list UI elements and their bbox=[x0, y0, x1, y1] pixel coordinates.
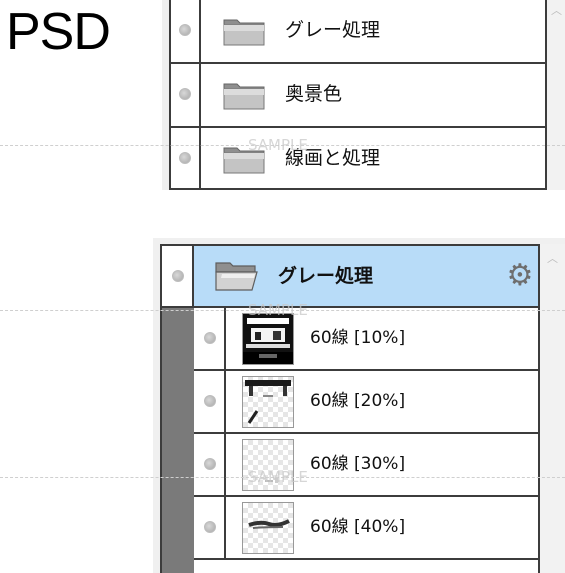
watermark-text: SAMPLE bbox=[248, 468, 308, 486]
row-divider bbox=[169, 188, 547, 190]
layer-list: グレー処理 奥景色 線画と処理 bbox=[169, 0, 547, 190]
layer-row[interactable]: 60線 [40%] bbox=[194, 497, 538, 560]
layer-name: 60線 [20%] bbox=[310, 391, 406, 411]
layer-row[interactable]: 60線 [10%] bbox=[194, 308, 538, 371]
visibility-cell[interactable] bbox=[162, 246, 194, 306]
folder-indent-bar bbox=[162, 308, 194, 573]
layer-folder-row[interactable]: グレー処理 bbox=[169, 0, 547, 64]
layer-name: 60線 [40%] bbox=[310, 517, 406, 537]
visibility-toggle-icon[interactable] bbox=[179, 152, 191, 164]
scrollbar[interactable]: ︿ bbox=[540, 244, 565, 573]
folder-name: 奥景色 bbox=[285, 83, 343, 105]
folder-icon bbox=[223, 19, 265, 46]
folder-name: グレー処理 bbox=[278, 265, 374, 287]
visibility-toggle-icon[interactable] bbox=[204, 332, 216, 344]
layer-panel-collapsed: グレー処理 奥景色 線画と処理 ︿ bbox=[162, 0, 565, 190]
watermark-text: SAMPLE bbox=[248, 136, 308, 154]
visibility-toggle-icon[interactable] bbox=[204, 521, 216, 533]
layer-name: 60線 [10%] bbox=[310, 328, 406, 348]
gear-icon[interactable]: ⚙ bbox=[505, 261, 535, 291]
layer-folder-row[interactable]: 奥景色 bbox=[169, 64, 547, 127]
visibility-cell[interactable] bbox=[194, 434, 226, 495]
layer-row[interactable]: 60線 [30%] bbox=[194, 434, 538, 497]
layer-name: 60線 [30%] bbox=[310, 454, 406, 474]
scroll-up-icon[interactable]: ︿ bbox=[551, 5, 562, 16]
visibility-toggle-icon[interactable] bbox=[204, 458, 216, 470]
layer-thumbnail bbox=[242, 313, 294, 365]
visibility-cell[interactable] bbox=[194, 497, 226, 558]
visibility-toggle-icon[interactable] bbox=[179, 88, 191, 100]
layer-thumbnail bbox=[242, 502, 294, 554]
visibility-cell[interactable] bbox=[171, 128, 201, 190]
folder-icon bbox=[223, 83, 265, 110]
visibility-cell[interactable] bbox=[171, 64, 201, 127]
visibility-cell[interactable] bbox=[194, 371, 226, 432]
folder-name: グレー処理 bbox=[285, 19, 381, 41]
layer-row[interactable]: 60線 [20%] bbox=[194, 371, 538, 434]
scroll-up-icon[interactable]: ︿ bbox=[547, 253, 558, 264]
layer-panel-expanded: グレー処理 ⚙ 60線 [10%] 60線 [20%] 60線 [30%] 60… bbox=[153, 238, 565, 573]
psd-label: PSD bbox=[6, 3, 111, 61]
folder-open-icon bbox=[215, 262, 258, 291]
watermark-text: SAMPLE bbox=[248, 301, 308, 319]
visibility-toggle-icon[interactable] bbox=[179, 24, 191, 36]
visibility-toggle-icon[interactable] bbox=[204, 395, 216, 407]
layer-folder-row[interactable]: 線画と処理 bbox=[169, 128, 547, 190]
visibility-cell[interactable] bbox=[171, 0, 201, 64]
layer-folder-row-selected[interactable]: グレー処理 ⚙ bbox=[162, 244, 538, 308]
visibility-toggle-icon[interactable] bbox=[172, 270, 184, 282]
scrollbar[interactable]: ︿ bbox=[547, 0, 565, 190]
layer-list: グレー処理 ⚙ 60線 [10%] 60線 [20%] 60線 [30%] 60… bbox=[160, 244, 540, 573]
layer-thumbnail bbox=[242, 376, 294, 428]
visibility-cell[interactable] bbox=[194, 308, 226, 369]
